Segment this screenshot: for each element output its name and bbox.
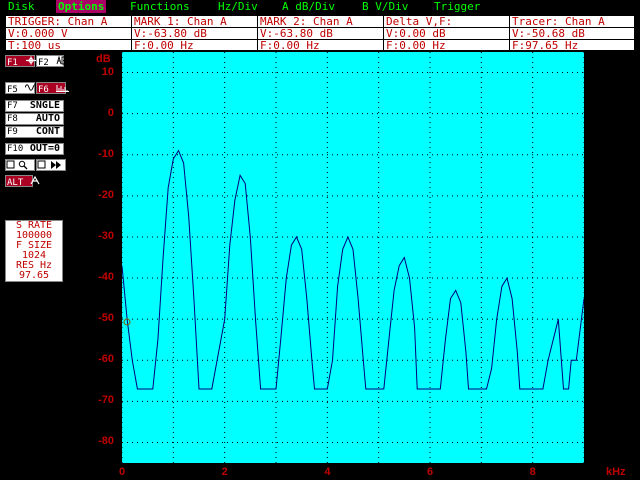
f8-label: AUTO	[35, 113, 60, 124]
delta-voltage: V:0.00 dB	[384, 28, 509, 40]
mark2-frequency: F:0.00 Hz	[260, 40, 320, 51]
resolution-value: 97.65	[18, 270, 50, 281]
function-key-sidebar: F1 F2 F5 F6 F7 SNGLE F8 AUTO F9 CONT F10 OUT…	[0, 52, 69, 480]
f9-label: CONT	[35, 126, 60, 137]
info-panel: TRIGGER: Chan A V:0.000 V T:100 us MARK …	[5, 15, 635, 51]
f10-out-key[interactable]: F10 OUT=0	[5, 143, 64, 155]
f7-label: SNGLE	[29, 100, 60, 111]
mark1-info: MARK 1: Chan A V:-63.80 dB F:0.00 Hz	[132, 16, 258, 51]
mark1-frequency: F:0.00 Hz	[134, 40, 194, 51]
y-tick-label: -30	[98, 229, 114, 242]
f5-key[interactable]: F5	[5, 82, 38, 95]
mark2-title: MARK 2: Chan A	[258, 16, 383, 28]
menu-hz-div[interactable]: Hz/Div	[218, 0, 258, 13]
x-tick-label: 4	[324, 466, 331, 478]
x-tick-label: 8	[529, 466, 536, 478]
tracer-voltage: V:-50.68 dB	[510, 28, 634, 40]
f10-label: OUT=0	[29, 143, 60, 154]
menu-bar: Disk Options Functions Hz/Div A dB/Div B…	[0, 0, 640, 13]
y-tick-label: 10	[101, 65, 114, 78]
y-tick-label: 0	[107, 106, 114, 119]
mark1-voltage: V:-63.80 dB	[132, 28, 257, 40]
mark1-title: MARK 1: Chan A	[132, 16, 257, 28]
mark2-voltage: V:-63.80 dB	[258, 28, 383, 40]
zoom-icon	[6, 160, 28, 170]
f6-key[interactable]: F6	[36, 82, 69, 95]
ab-channel-icon	[56, 56, 66, 65]
y-axis-unit: dB	[96, 53, 111, 65]
tracer-info: Tracer: Chan A V:-50.68 dB F:97.65 Hz	[510, 16, 634, 51]
tracer-title: Tracer: Chan A	[510, 16, 634, 28]
y-tick-label: -50	[98, 312, 114, 325]
delta-info: Delta V,F: V:0.00 dB F:0.00 Hz	[384, 16, 510, 51]
spectrum-icon	[55, 85, 69, 92]
y-tick-label: -10	[98, 147, 114, 160]
sample-rate-box: S RATE 100000 F SIZE 1024 RES Hz 97.65	[5, 220, 63, 282]
trigger-time: T:100 us	[8, 40, 61, 51]
spectrum-plot[interactable]	[121, 52, 585, 463]
zoom-key[interactable]	[5, 159, 35, 171]
menu-disk[interactable]: Disk	[8, 0, 35, 13]
menu-b-v-div[interactable]: B V/Div	[362, 0, 408, 13]
menu-options[interactable]: Options	[56, 0, 107, 13]
delta-frequency: F:0.00 Hz	[386, 40, 446, 51]
trigger-title: TRIGGER: Chan A	[6, 16, 131, 28]
f9-cont-key[interactable]: F9 CONT	[5, 126, 64, 138]
y-tick-label: -60	[98, 353, 114, 366]
menu-functions[interactable]: Functions	[130, 0, 190, 13]
mark2-info: MARK 2: Chan A V:-63.80 dB F:0.00 Hz	[258, 16, 384, 51]
x-tick-label: 2	[221, 466, 228, 478]
f2-key[interactable]: F2	[36, 55, 66, 68]
channel-a-icon	[30, 176, 40, 185]
alt-key[interactable]: ALT	[5, 175, 40, 188]
step-icon	[37, 160, 61, 169]
f7-single-key[interactable]: F7 SNGLE	[5, 100, 64, 112]
menu-a-db-div[interactable]: A dB/Div	[282, 0, 335, 13]
f8-auto-key[interactable]: F8 AUTO	[5, 113, 64, 125]
step-key[interactable]	[36, 159, 66, 171]
delta-title: Delta V,F:	[384, 16, 509, 28]
x-tick-label: 6	[427, 466, 434, 478]
f1-key[interactable]: F1	[5, 55, 36, 68]
trigger-voltage: V:0.000 V	[6, 28, 131, 40]
tracer-frequency: F:97.65 Hz	[512, 40, 579, 51]
y-tick-label: -80	[98, 435, 114, 448]
x-axis-unit: kHz	[606, 466, 626, 478]
x-tick-label: 0	[119, 466, 126, 478]
trigger-info: TRIGGER: Chan A V:0.000 V T:100 us	[6, 16, 132, 51]
y-tick-label: -70	[98, 394, 114, 407]
y-tick-label: -20	[98, 188, 114, 201]
y-tick-label: -40	[98, 271, 114, 284]
spectrum-chart[interactable]	[121, 52, 585, 463]
menu-trigger[interactable]: Trigger	[434, 0, 480, 13]
